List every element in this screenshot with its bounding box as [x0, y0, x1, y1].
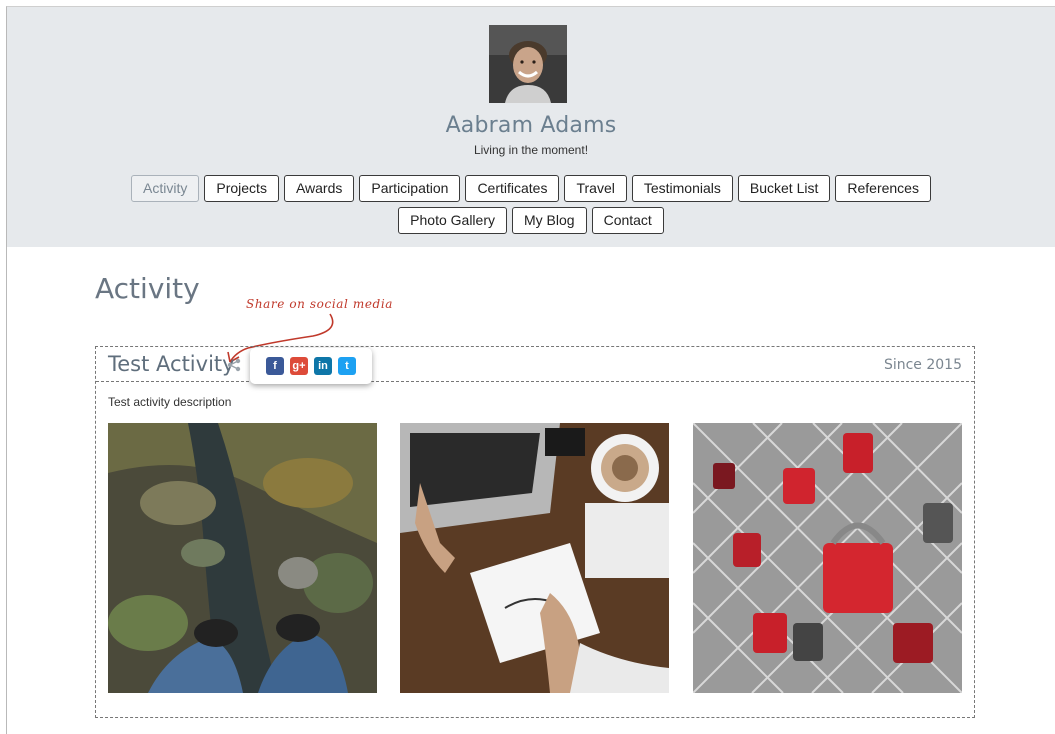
nav-activity[interactable]: Activity: [131, 175, 200, 202]
profile-tagline: Living in the moment!: [473, 143, 589, 157]
activity-description: Test activity description: [108, 395, 232, 409]
love-locks-fence-photo[interactable]: [693, 423, 962, 693]
share-icon[interactable]: [226, 358, 242, 372]
page-title: Activity: [95, 272, 200, 305]
linkedin-share-icon[interactable]: in: [314, 357, 332, 375]
googleplus-share-icon[interactable]: g+: [290, 357, 308, 375]
nav-references[interactable]: References: [835, 175, 931, 202]
nav-participation[interactable]: Participation: [359, 175, 461, 202]
activity-card-header: Test Activity f g+ in t Since 2015: [96, 347, 974, 384]
activity-since: Since 2015: [883, 357, 962, 373]
nav-certificates[interactable]: Certificates: [465, 175, 560, 202]
activity-card: Test Activity f g+ in t Since 2015 Test …: [95, 346, 975, 718]
nav-photo-gallery[interactable]: Photo Gallery: [398, 207, 507, 234]
profile-header: Aabram Adams Living in the moment! Activ…: [7, 7, 1055, 247]
nav-contact[interactable]: Contact: [591, 207, 664, 234]
rocky-stream-feet-photo[interactable]: [108, 423, 377, 693]
nav-my-blog[interactable]: My Blog: [512, 207, 587, 234]
profile-name: Aabram Adams: [445, 113, 617, 138]
activity-title: Test Activity: [108, 352, 235, 376]
nav-travel[interactable]: Travel: [564, 175, 627, 202]
profile-avatar: [489, 25, 567, 103]
nav-row-2: Photo Gallery My Blog Contact: [7, 207, 1055, 234]
share-popover: f g+ in t: [250, 348, 372, 384]
nav-row-1: Activity Projects Awards Participation C…: [7, 175, 1055, 202]
facebook-share-icon[interactable]: f: [266, 357, 284, 375]
twitter-share-icon[interactable]: t: [338, 357, 356, 375]
laptop-lettering-desk-photo[interactable]: [400, 423, 669, 693]
nav-projects[interactable]: Projects: [204, 175, 279, 202]
nav-bucket-list[interactable]: Bucket List: [737, 175, 831, 202]
nav-testimonials[interactable]: Testimonials: [631, 175, 733, 202]
nav-awards[interactable]: Awards: [283, 175, 355, 202]
